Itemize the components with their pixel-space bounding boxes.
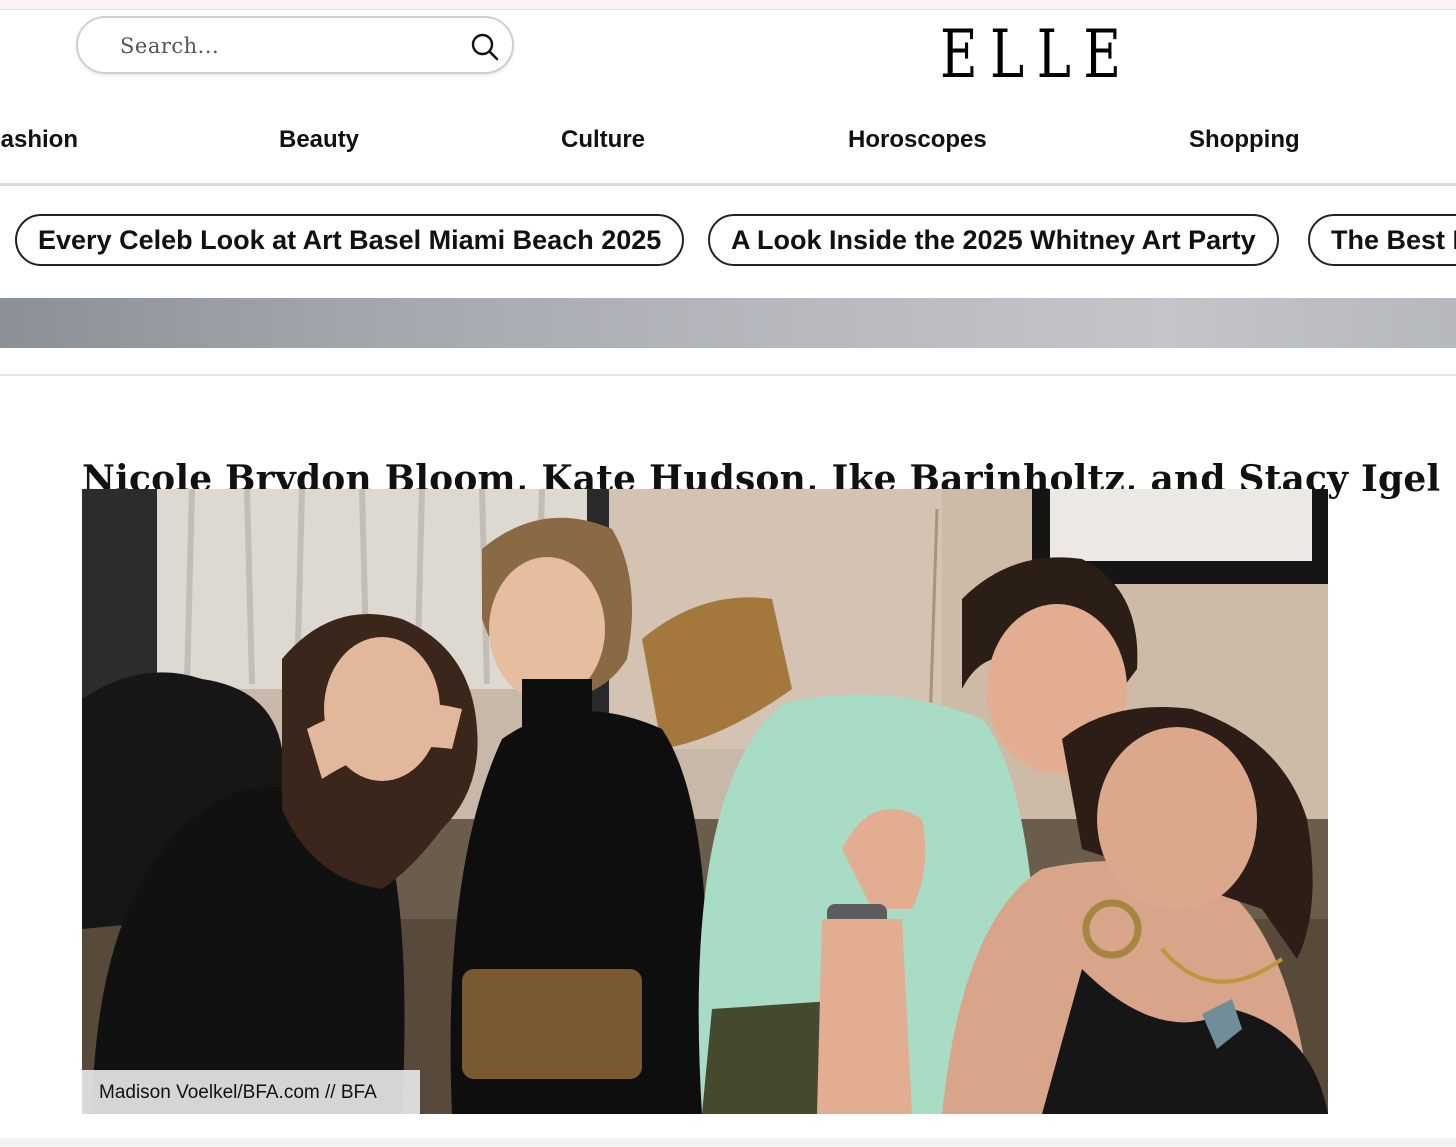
search-box[interactable] — [76, 16, 514, 74]
related-link-pill[interactable]: Every Celeb Look at Art Basel Miami Beac… — [15, 214, 685, 266]
related-links-carousel: Every Celeb Look at Art Basel Miami Beac… — [0, 212, 1456, 270]
nav-item-beauty[interactable]: Beauty — [279, 126, 359, 154]
photo-credit: Madison Voelkel/BFA.com // BFA — [82, 1070, 420, 1114]
section-divider — [0, 374, 1456, 376]
bottom-strip — [0, 1138, 1456, 1147]
nav-item-shopping[interactable]: Shopping — [1189, 126, 1300, 154]
ad-banner — [0, 298, 1456, 348]
article-photo — [82, 489, 1328, 1114]
main-nav: Fashion Beauty Culture Horoscopes Shoppi… — [0, 118, 1456, 166]
search-input[interactable] — [118, 28, 452, 64]
nav-item-fashion[interactable]: Fashion — [0, 126, 78, 154]
elle-logo[interactable]: ELLE — [940, 20, 1121, 90]
search-icon[interactable] — [470, 32, 500, 62]
related-link-pill[interactable]: A Look Inside the 2025 Whitney Art Party — [708, 214, 1279, 266]
nav-item-culture[interactable]: Culture — [561, 126, 645, 154]
nav-divider — [0, 183, 1456, 186]
related-link-pill[interactable]: The Best Looks at Art Basel — [1308, 214, 1456, 266]
top-strip — [0, 0, 1456, 10]
nav-item-horoscopes[interactable]: Horoscopes — [848, 126, 987, 154]
